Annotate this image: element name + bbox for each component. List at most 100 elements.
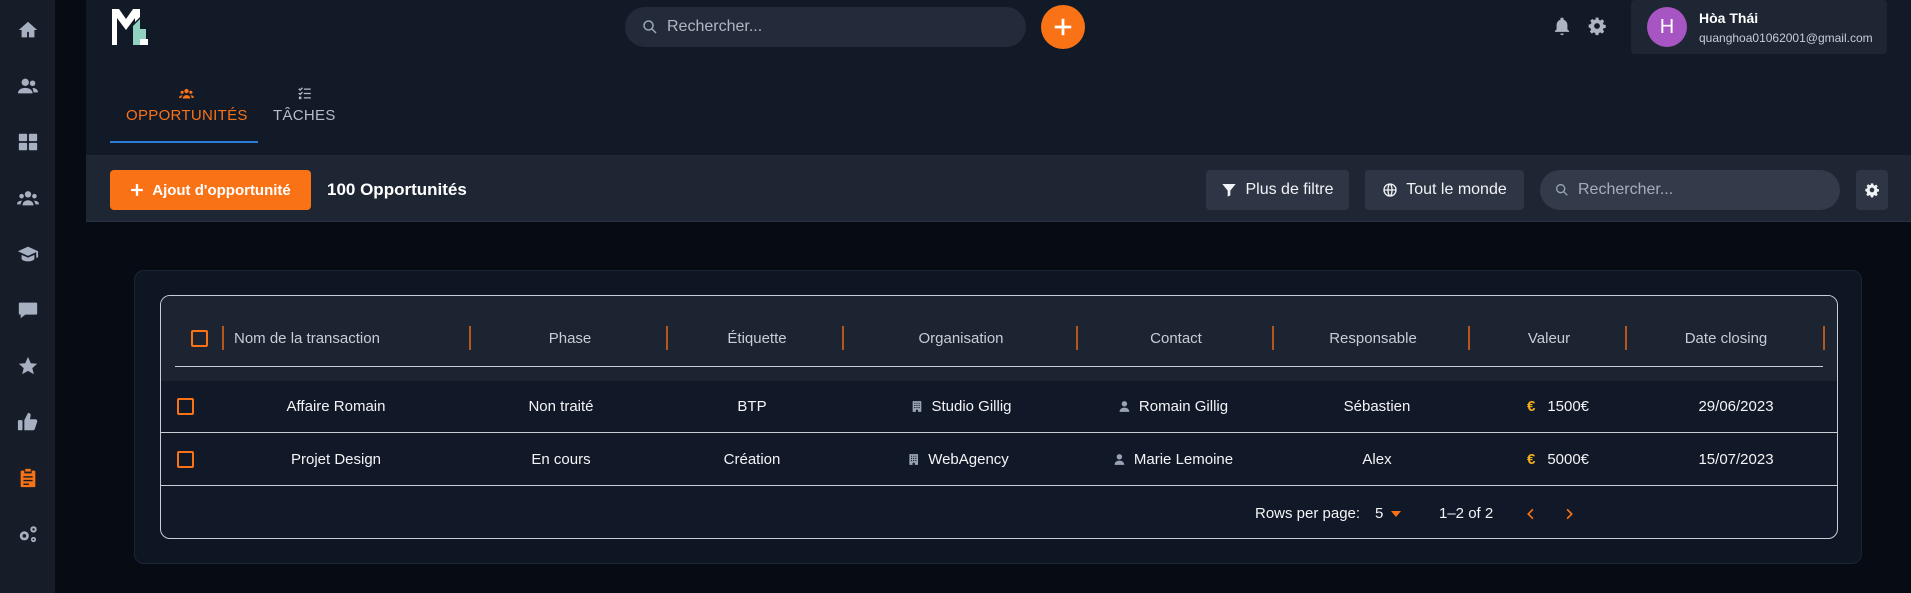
sidebar-item-settings[interactable]: [8, 514, 48, 554]
cell-phase: Non traité: [528, 398, 594, 415]
opportunities-card: Nom de la transaction Phase Étiquette Or…: [134, 270, 1862, 564]
quick-add-button[interactable]: [1041, 5, 1085, 49]
chevron-left-icon: [1527, 508, 1534, 520]
search-icon: [643, 20, 657, 34]
user-name: Hòa Thái: [1699, 9, 1759, 26]
cell-owner: Sébastien: [1343, 398, 1411, 415]
cell-value: € 1500€: [1527, 398, 1589, 415]
contact-name: Romain Gillig: [1138, 398, 1229, 415]
settings-button[interactable]: [1587, 16, 1609, 38]
person-icon: [1114, 454, 1125, 465]
opportunity-search-input[interactable]: [1578, 181, 1818, 199]
column-header-closing-date[interactable]: Date closing: [1685, 330, 1768, 347]
toolbar: Ajout d'opportunité 100 Opportunités Plu…: [86, 156, 1911, 222]
sidebar: [0, 0, 55, 593]
filter-icon: [1222, 184, 1237, 197]
add-opportunity-button[interactable]: Ajout d'opportunité: [110, 170, 311, 210]
add-opportunity-label: Ajout d'opportunité: [152, 181, 291, 199]
scope-selector-label: Tout le monde: [1406, 181, 1507, 198]
clipboard-icon: [20, 468, 35, 488]
cell-organisation: WebAgency: [907, 451, 1009, 468]
rows-per-page-label: Rows per page:: [1255, 505, 1361, 522]
dashboard-icon: [18, 133, 37, 151]
sidebar-item-home[interactable]: [8, 10, 48, 50]
chevron-right-icon: [1566, 508, 1573, 520]
checklist-icon: [298, 87, 311, 100]
column-separator: [1076, 326, 1078, 350]
value-amount: 5000€: [1547, 451, 1590, 468]
plus-icon: [131, 184, 144, 196]
rows-per-page-select[interactable]: 5: [1375, 505, 1402, 522]
gear-icon: [1865, 183, 1879, 198]
table-row[interactable]: Affaire Romain Non traité BTP Studio Gil…: [161, 381, 1837, 433]
column-header-organisation[interactable]: Organisation: [918, 330, 1003, 347]
sidebar-item-favorites[interactable]: [8, 346, 48, 386]
column-header-tag[interactable]: Étiquette: [727, 330, 786, 347]
sidebar-item-messages[interactable]: [8, 290, 48, 330]
column-separator: [842, 326, 844, 350]
tab-opportunities-label: OPPORTUNITÉS: [126, 107, 248, 124]
column-header-contact[interactable]: Contact: [1150, 330, 1202, 347]
cell-owner: Alex: [1362, 451, 1392, 468]
app-logo[interactable]: [110, 6, 152, 48]
column-separator: [1468, 326, 1470, 350]
sidebar-item-team[interactable]: [8, 178, 48, 218]
team-icon: [16, 191, 39, 206]
plus-icon: [1054, 18, 1072, 36]
pagination-range: 1–2 of 2: [1439, 505, 1494, 522]
search-icon: [1556, 184, 1568, 196]
cell-tag: Création: [723, 451, 781, 468]
cell-phase: En cours: [531, 451, 591, 468]
table-row[interactable]: Projet Design En cours Création WebAgenc…: [161, 434, 1837, 486]
more-filters-label: Plus de filtre: [1245, 181, 1334, 198]
column-separator: [222, 326, 224, 350]
table-settings-button[interactable]: [1856, 170, 1888, 210]
opportunity-search[interactable]: [1540, 170, 1840, 210]
cell-closing-date: 29/06/2023: [1698, 398, 1774, 415]
row-checkbox[interactable]: [177, 398, 194, 415]
column-separator: [1272, 326, 1274, 350]
user-menu[interactable]: H Hòa Thái quanghoa01062001@gmail.com: [1631, 0, 1887, 54]
gear-icon: [1588, 17, 1606, 36]
organisation-name: WebAgency: [928, 451, 1009, 468]
scope-selector-button[interactable]: Tout le monde: [1365, 170, 1524, 210]
person-icon: [1119, 401, 1130, 412]
tab-bar: OPPORTUNITÉS TÂCHES: [86, 56, 1911, 156]
select-all-checkbox[interactable]: [191, 330, 208, 347]
row-checkbox[interactable]: [177, 451, 194, 468]
cell-organisation: Studio Gillig: [910, 398, 1012, 415]
table-header: Nom de la transaction Phase Étiquette Or…: [161, 296, 1837, 381]
home-icon: [18, 21, 37, 38]
building-icon: [912, 401, 922, 412]
sidebar-item-dashboard[interactable]: [8, 122, 48, 162]
more-filters-button[interactable]: Plus de filtre: [1206, 170, 1349, 210]
next-page-button[interactable]: [1560, 504, 1580, 524]
sidebar-item-training[interactable]: [8, 234, 48, 274]
sidebar-item-opportunities[interactable]: [8, 458, 48, 498]
avatar: H: [1647, 7, 1687, 47]
opportunity-count: 100 Opportunités: [327, 180, 467, 199]
user-email: quanghoa01062001@gmail.com: [1699, 30, 1873, 45]
notifications-button[interactable]: [1552, 16, 1574, 38]
tab-opportunities[interactable]: OPPORTUNITÉS: [126, 86, 248, 138]
header-divider: [175, 366, 1823, 367]
users-icon: [179, 88, 195, 99]
column-header-value[interactable]: Valeur: [1528, 330, 1570, 347]
column-header-phase[interactable]: Phase: [549, 330, 592, 347]
previous-page-button[interactable]: [1520, 504, 1540, 524]
column-header-name[interactable]: Nom de la transaction: [234, 330, 380, 347]
column-header-owner[interactable]: Responsable: [1329, 330, 1417, 347]
cell-closing-date: 15/07/2023: [1698, 451, 1774, 468]
cell-name: Projet Design: [290, 451, 382, 468]
thumbs-up-icon: [17, 412, 37, 431]
cell-name: Affaire Romain: [286, 398, 386, 415]
tab-tasks[interactable]: TÂCHES: [273, 86, 336, 138]
cell-contact: Marie Lemoine: [1113, 451, 1233, 468]
global-search[interactable]: [625, 7, 1026, 47]
sidebar-item-likes[interactable]: [8, 402, 48, 442]
pagination: Rows per page: 5 1–2 of 2: [161, 486, 1837, 538]
value-amount: 1500€: [1547, 398, 1590, 415]
global-search-input[interactable]: [667, 18, 987, 36]
chat-icon: [18, 302, 37, 319]
sidebar-item-contacts[interactable]: [8, 66, 48, 106]
